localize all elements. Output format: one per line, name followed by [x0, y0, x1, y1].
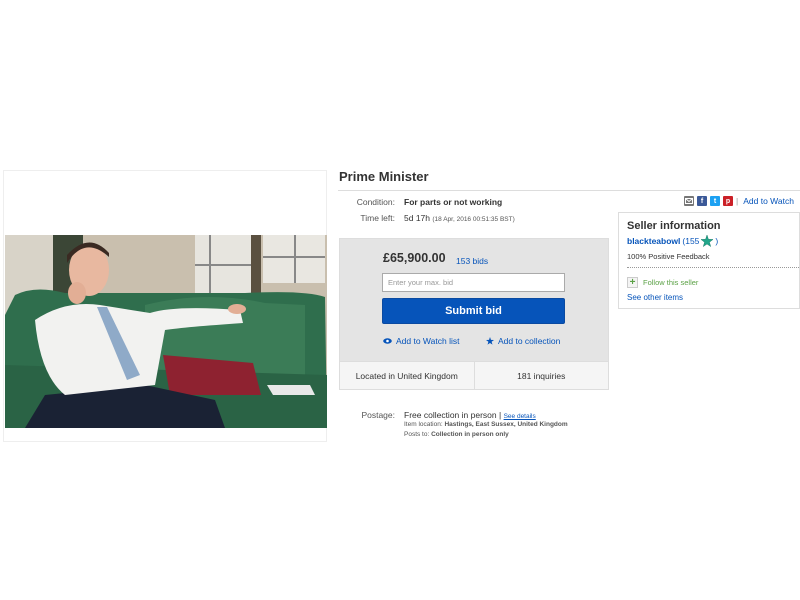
- twitter-icon[interactable]: t: [710, 196, 720, 206]
- bid-box: £65,900.00 153 bids Enter your max. bid …: [339, 238, 609, 390]
- add-to-watch-list-link[interactable]: Add to Watch list: [383, 336, 459, 346]
- feedback-score-link[interactable]: (155: [682, 236, 699, 246]
- follow-seller-label: Follow this seller: [643, 278, 699, 287]
- product-photo[interactable]: [5, 235, 327, 428]
- item-location-label: Item location:: [404, 421, 443, 428]
- see-other-items-link[interactable]: See other items: [627, 293, 683, 302]
- postage-value: Free collection in person | See details: [404, 410, 536, 420]
- listing-title: Prime Minister: [339, 169, 429, 184]
- seller-name-row: blackteabowl (155 ): [627, 235, 718, 247]
- item-location-value: Hastings, East Sussex, United Kingdom: [444, 421, 568, 428]
- add-to-watch-link[interactable]: Add to Watch: [743, 196, 794, 206]
- inquiries-count: 181 inquiries: [473, 362, 609, 389]
- title-divider: [338, 190, 800, 191]
- seller-name-link[interactable]: blackteabowl: [627, 236, 680, 246]
- product-photo-image: [5, 235, 327, 428]
- seller-star-icon: [701, 235, 714, 247]
- item-location-summary: Located in United Kingdom: [355, 370, 458, 381]
- email-icon[interactable]: [684, 196, 694, 206]
- share-bar: f t p | Add to Watch: [684, 196, 794, 206]
- condition-label: Condition:: [356, 197, 395, 207]
- see-details-link[interactable]: See details: [504, 413, 536, 420]
- pinterest-icon[interactable]: p: [723, 196, 733, 206]
- bid-box-footer: Located in United Kingdom 181 inquiries: [340, 361, 608, 389]
- max-bid-input[interactable]: Enter your max. bid: [382, 273, 565, 292]
- share-separator: |: [736, 196, 739, 206]
- feedback-score-close: ): [715, 236, 719, 246]
- item-location-row: Item location: Hastings, East Sussex, Un…: [404, 421, 568, 428]
- posts-to-label: Posts to:: [404, 431, 430, 438]
- posts-to-row: Posts to: Collection in person only: [404, 431, 509, 438]
- product-photo-panel: [3, 170, 327, 442]
- star-icon: [486, 337, 494, 345]
- submit-bid-button[interactable]: Submit bid: [382, 298, 565, 324]
- positive-feedback: 100% Positive Feedback: [627, 252, 710, 261]
- time-left-label: Time left:: [360, 213, 395, 223]
- condition-value: For parts or not working: [404, 197, 502, 207]
- seller-info-title: Seller information: [627, 220, 721, 232]
- postage-label: Postage:: [361, 410, 395, 420]
- seller-info-panel: Seller information blackteabowl (155 ) 1…: [618, 212, 800, 309]
- add-to-watch-list-label: Add to Watch list: [396, 336, 460, 346]
- current-price: £65,900.00: [383, 251, 446, 265]
- condition-text: For parts or not working: [404, 197, 503, 207]
- bid-count-link[interactable]: 153 bids: [456, 256, 488, 266]
- eye-icon: [383, 338, 392, 344]
- add-to-collection-label: Add to collection: [498, 336, 561, 346]
- postage-text: Free collection in person: [404, 410, 497, 420]
- time-left-text: 5d 17h: [404, 213, 430, 223]
- facebook-icon[interactable]: f: [697, 196, 707, 206]
- follow-seller-link[interactable]: + Follow this seller: [627, 277, 698, 288]
- seller-divider: [627, 267, 800, 268]
- add-to-collection-link[interactable]: Add to collection: [486, 336, 560, 346]
- postage-separator: |: [498, 410, 502, 420]
- end-time-detail: (18 Apr, 2016 00:51:35 BST): [432, 216, 515, 223]
- posts-to-value: Collection in person only: [431, 431, 509, 438]
- plus-icon: +: [627, 277, 638, 288]
- time-left-value: 5d 17h (18 Apr, 2016 00:51:35 BST): [404, 213, 515, 223]
